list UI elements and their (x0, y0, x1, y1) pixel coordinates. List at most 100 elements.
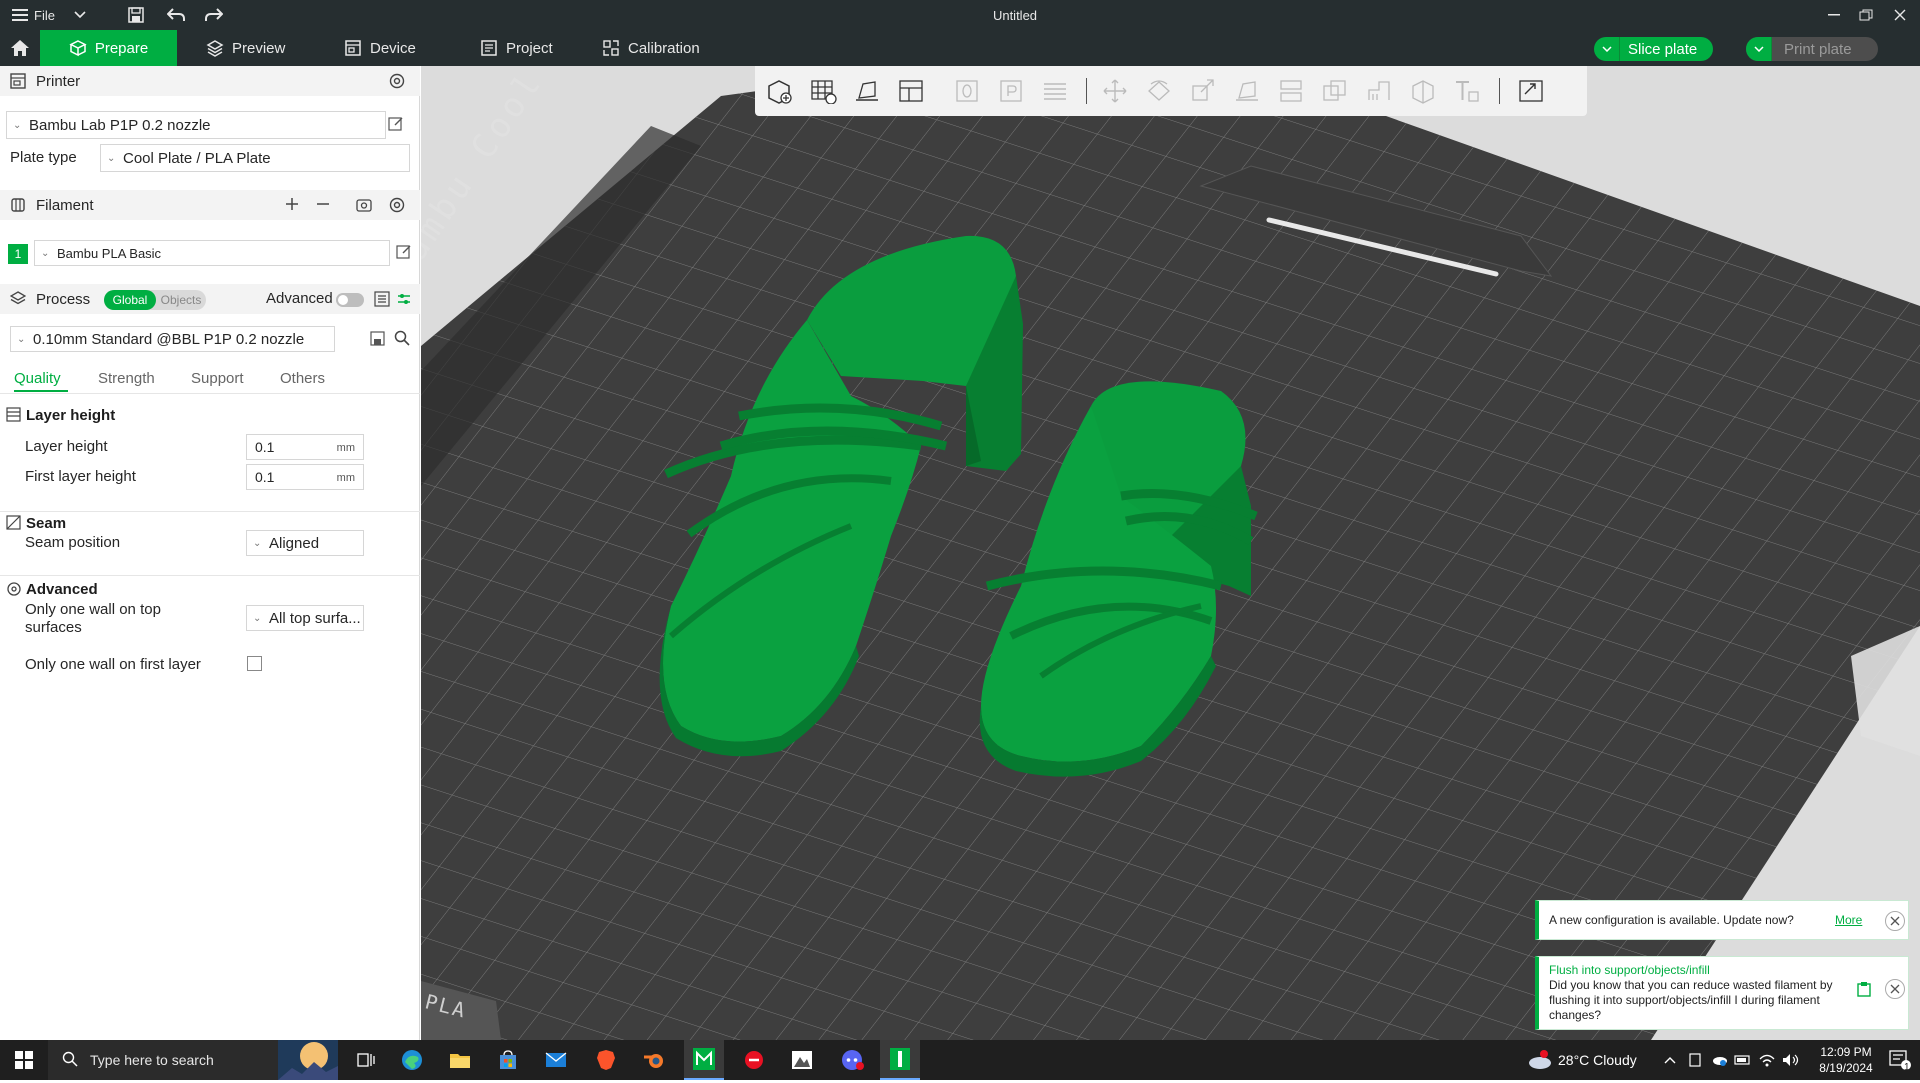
tab-divider (0, 393, 420, 394)
print-plate-button[interactable]: Print plate (1746, 37, 1878, 61)
boolean-icon[interactable] (1319, 75, 1351, 107)
text-shape-icon[interactable] (1451, 75, 1483, 107)
rotate-icon[interactable] (1143, 75, 1175, 107)
edge-browser-icon[interactable] (392, 1040, 432, 1080)
layers-editing-icon[interactable] (1039, 75, 1071, 107)
plate-type-select[interactable]: ⌄ Cool Plate / PLA Plate (100, 144, 410, 172)
file-explorer-icon[interactable] (440, 1040, 480, 1080)
chevron-up-icon[interactable] (1660, 1040, 1680, 1080)
remove-filament-icon[interactable] (315, 196, 331, 212)
gear-icon[interactable] (388, 72, 406, 90)
tab-prepare[interactable]: Prepare (40, 30, 177, 66)
clock[interactable]: 12:09 PM 8/19/2024 (1808, 1040, 1884, 1080)
onedrive-icon[interactable] (1708, 1040, 1730, 1080)
tab-device-label: Device (370, 39, 416, 57)
clock-date: 8/19/2024 (1819, 1061, 1873, 1075)
taskbar-search-box[interactable]: Type here to search (48, 1040, 338, 1080)
tab-strength[interactable]: Strength (98, 370, 155, 387)
tab-others[interactable]: Others (280, 370, 325, 387)
tab-support[interactable]: Support (191, 370, 244, 387)
3d-viewport[interactable]: Bambu Cool Plate PLA (421, 66, 1920, 1040)
discord-icon[interactable] (832, 1040, 872, 1080)
copy-icon[interactable] (1857, 981, 1871, 1000)
advanced-switch[interactable] (336, 293, 364, 307)
windows-start-icon[interactable] (0, 1040, 48, 1080)
process-preset-select[interactable]: ⌄ 0.10mm Standard @BBL P1P 0.2 nozzle (10, 326, 335, 352)
save-icon[interactable] (122, 0, 150, 30)
printer-select-value: Bambu Lab P1P 0.2 nozzle (29, 116, 211, 134)
tab-quality[interactable]: Quality (14, 370, 61, 387)
split-parts-icon[interactable] (995, 75, 1027, 107)
edit-filament-icon[interactable] (396, 244, 412, 260)
file-menu-button[interactable]: File (12, 0, 64, 30)
notification-center-icon[interactable]: 1 (1880, 1040, 1920, 1080)
add-filament-icon[interactable] (284, 196, 300, 212)
red-app-icon[interactable] (734, 1040, 774, 1080)
sync-filament-icon[interactable] (355, 196, 373, 214)
seam-position-select[interactable]: ⌄ Aligned (246, 530, 364, 556)
minimize-icon[interactable] (1820, 0, 1848, 30)
search-icon[interactable] (394, 330, 410, 346)
paint-app-icon[interactable] (782, 1040, 822, 1080)
add-plate-icon[interactable] (807, 75, 839, 107)
bambu-studio-app-icon[interactable] (880, 1040, 920, 1080)
volume-icon[interactable] (1780, 1040, 1802, 1080)
tab-project[interactable]: Project (464, 30, 569, 66)
tab-device[interactable]: Device (328, 30, 432, 66)
filament-select[interactable]: ⌄ Bambu PLA Basic (34, 240, 390, 266)
move-icon[interactable] (1099, 75, 1131, 107)
close-icon[interactable] (1885, 911, 1905, 931)
wifi-icon[interactable] (1756, 1040, 1778, 1080)
weather-icon[interactable] (1526, 1040, 1554, 1080)
edit-printer-icon[interactable] (388, 116, 404, 132)
scale-icon[interactable] (1187, 75, 1219, 107)
toggle-objects[interactable]: Objects (156, 290, 206, 310)
blender-icon[interactable] (634, 1040, 674, 1080)
printer-section-title: Printer (36, 72, 81, 90)
auto-orient-icon[interactable] (851, 75, 883, 107)
brave-browser-icon[interactable] (586, 1040, 626, 1080)
chevron-down-icon[interactable] (1594, 37, 1620, 61)
one-wall-top-select[interactable]: ⌄ All top surfa... (246, 605, 364, 631)
global-objects-toggle[interactable]: Global Objects (104, 290, 206, 310)
microsoft-store-icon[interactable] (488, 1040, 528, 1080)
lay-on-face-icon[interactable] (1231, 75, 1263, 107)
assembly-view-icon[interactable] (1515, 75, 1547, 107)
process-icon (10, 291, 26, 307)
home-button[interactable] (0, 30, 40, 66)
arrange-icon[interactable] (895, 75, 927, 107)
tab-preview[interactable]: Preview (190, 30, 301, 66)
tab-calibration[interactable]: Calibration (586, 30, 716, 66)
printer-select[interactable]: ⌄ Bambu Lab P1P 0.2 nozzle (6, 111, 386, 139)
seam-painting-icon[interactable] (1407, 75, 1439, 107)
support-painting-icon[interactable] (1363, 75, 1395, 107)
gear-icon[interactable] (388, 196, 406, 214)
chevron-down-icon[interactable] (68, 0, 92, 30)
task-view-icon[interactable] (346, 1040, 386, 1080)
one-wall-first-checkbox[interactable] (247, 656, 262, 671)
close-icon[interactable] (1886, 0, 1914, 30)
layer-height-input[interactable]: 0.1 mm (246, 434, 364, 460)
filament-slot-badge[interactable]: 1 (8, 244, 28, 264)
list-icon[interactable] (374, 291, 390, 307)
mail-icon[interactable] (536, 1040, 576, 1080)
close-icon[interactable] (1885, 979, 1905, 999)
undo-icon[interactable] (162, 0, 190, 30)
add-object-icon[interactable] (763, 75, 795, 107)
weather-text[interactable]: 28°C Cloudy (1558, 1040, 1642, 1080)
device-tray-icon[interactable] (1684, 1040, 1706, 1080)
restore-icon[interactable] (1852, 0, 1880, 30)
makerworld-app-icon[interactable] (684, 1040, 724, 1080)
cut-icon[interactable] (1275, 75, 1307, 107)
toolbar-separator (1086, 78, 1087, 104)
battery-icon[interactable] (1732, 1040, 1754, 1080)
save-preset-icon[interactable] (370, 331, 385, 346)
first-layer-height-input[interactable]: 0.1 mm (246, 464, 364, 490)
slice-plate-button[interactable]: Slice plate (1594, 37, 1714, 61)
split-objects-icon[interactable] (951, 75, 983, 107)
toggle-global[interactable]: Global (104, 290, 156, 310)
chevron-down-icon[interactable] (1746, 37, 1772, 61)
config-update-more-link[interactable]: More (1835, 913, 1862, 927)
compare-icon[interactable] (396, 291, 412, 307)
redo-icon[interactable] (200, 0, 228, 30)
